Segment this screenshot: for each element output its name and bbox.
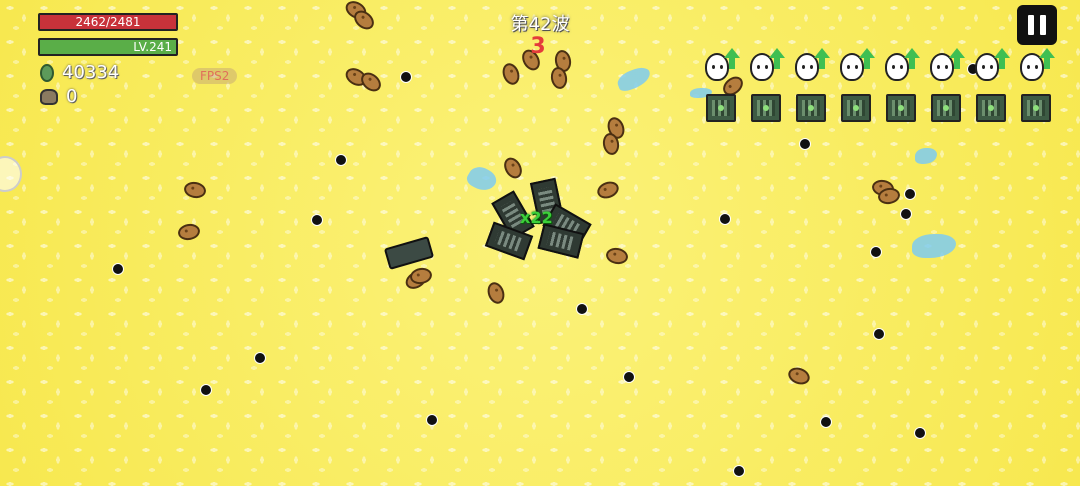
pause-icon: [1040, 15, 1046, 35]
egg-upgrade-icon[interactable]: [795, 48, 830, 82]
crate-icon[interactable]: [706, 94, 736, 122]
health-bar: 2462/2481: [38, 13, 178, 31]
bullet: [623, 371, 635, 383]
potato-enemy: [500, 154, 526, 182]
bullet: [870, 246, 882, 258]
potato-enemy: [176, 222, 202, 242]
crate-icon[interactable]: [751, 94, 781, 122]
egg-upgrade-icon[interactable]: [750, 48, 785, 82]
health-text: 2462/2481: [75, 15, 141, 29]
bullet: [733, 465, 745, 477]
bullet: [311, 214, 323, 226]
pause-icon: [1028, 15, 1034, 35]
coin-value: 40334: [62, 62, 120, 83]
bullet: [900, 208, 912, 220]
crate-icon[interactable]: [796, 94, 826, 122]
bullet: [335, 154, 347, 166]
water-splash: [912, 234, 956, 258]
bag-icon: [40, 88, 58, 105]
bag-value: 0: [66, 86, 78, 107]
bullet: [576, 303, 588, 315]
water-splash: [614, 64, 654, 94]
water-splash: [915, 148, 937, 164]
egg-upgrade-icon[interactable]: [930, 48, 965, 82]
potato-enemy: [182, 180, 208, 200]
bullet: [914, 427, 926, 439]
level-bar: LV.241: [38, 38, 178, 56]
gem-icon: [40, 63, 54, 82]
bullet: [873, 328, 885, 340]
potato-enemy: [785, 364, 813, 388]
coin-counter: 40334: [40, 62, 119, 83]
egg-upgrade-icon[interactable]: [705, 48, 740, 82]
bullet: [254, 352, 266, 364]
crate-icon[interactable]: [886, 94, 916, 122]
bullet: [400, 71, 412, 83]
egg-upgrade-icon[interactable]: [975, 48, 1010, 82]
gun-drone: [383, 236, 435, 270]
bullet: [112, 263, 124, 275]
bag-counter: 0: [40, 86, 77, 107]
crate-icon[interactable]: [841, 94, 871, 122]
potato-enemy: [499, 60, 523, 88]
bullet: [820, 416, 832, 428]
bullet: [426, 414, 438, 426]
crate-icon[interactable]: [931, 94, 961, 122]
bullet: [719, 213, 731, 225]
potato-enemy: [594, 178, 622, 202]
potato-enemy: [604, 246, 630, 266]
pause-button[interactable]: [1017, 5, 1057, 45]
crate-icon[interactable]: [1021, 94, 1051, 122]
enemy-count: 3: [530, 34, 546, 59]
egg-upgrade-icon[interactable]: [1020, 48, 1055, 82]
egg-upgrade-icon[interactable]: [840, 48, 875, 82]
potato-enemy: [484, 279, 508, 307]
bullet: [799, 138, 811, 150]
crate-icon[interactable]: [976, 94, 1006, 122]
wave-title: 第42波: [510, 14, 570, 35]
bullet: [200, 384, 212, 396]
level-text: LV.241: [133, 40, 172, 54]
egg-upgrade-icon[interactable]: [885, 48, 920, 82]
combo-counter: x22: [520, 208, 553, 227]
fps-indicator: FPS2: [192, 68, 238, 84]
bullet: [904, 188, 916, 200]
